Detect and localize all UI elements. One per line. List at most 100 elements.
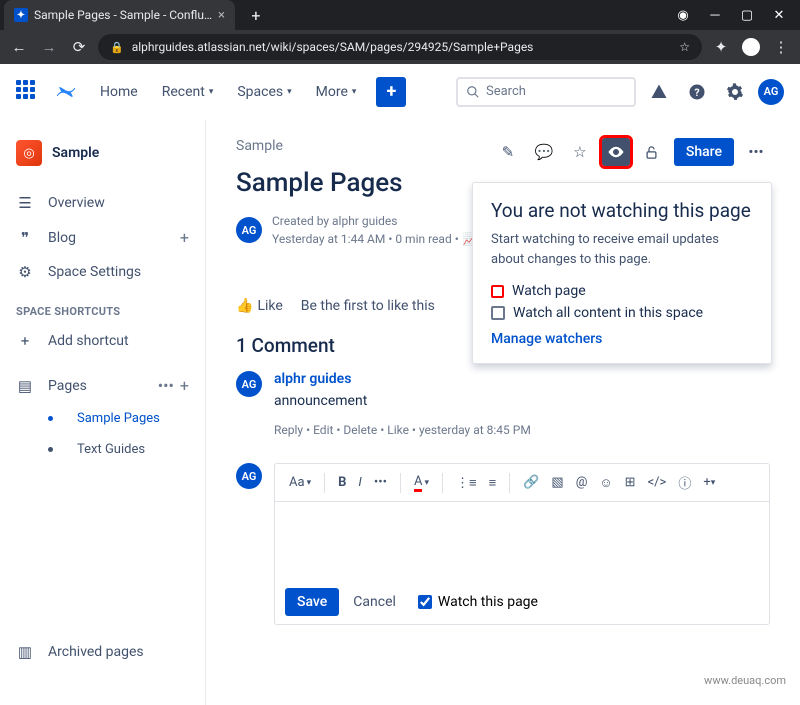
text-style-dropdown[interactable]: Aa▾	[285, 472, 315, 493]
address-bar[interactable]: 🔒 alphrguides.atlassian.net/wiki/spaces/…	[98, 34, 702, 60]
cancel-button[interactable]: Cancel	[353, 594, 396, 610]
sidebar-pages[interactable]: ▤Pages•••+	[0, 368, 205, 403]
comment-icon[interactable]: 💬	[530, 138, 558, 166]
nav-recent[interactable]: Recent▾	[154, 78, 222, 106]
url-text: alphrguides.atlassian.net/wiki/spaces/SA…	[132, 40, 534, 54]
profile-icon[interactable]	[740, 36, 762, 58]
more-actions-icon[interactable]: •••	[742, 138, 770, 166]
share-button[interactable]: Share	[674, 138, 734, 166]
number-list-icon[interactable]: ≡	[485, 472, 501, 494]
sidebar-blog[interactable]: ❞Blog+	[0, 220, 205, 255]
user-avatar[interactable]: AG	[758, 79, 784, 105]
watch-all-option[interactable]: Watch all content in this space	[491, 305, 753, 321]
notifications-icon[interactable]	[644, 77, 674, 107]
browser-tab[interactable]: ✦ Sample Pages - Sample - Conflu… ×	[4, 0, 235, 30]
sidebar-overview[interactable]: ☰Overview	[0, 186, 205, 220]
more-icon[interactable]: •••	[158, 376, 174, 395]
comment-text: announcement	[274, 393, 531, 409]
watch-icon[interactable]	[602, 138, 630, 166]
tab-title: Sample Pages - Sample - Conflu…	[34, 8, 212, 22]
star-icon[interactable]: ☆	[679, 40, 690, 54]
reload-button[interactable]: ⟳	[68, 36, 90, 58]
search-placeholder: Search	[486, 84, 526, 99]
new-tab-button[interactable]: +	[243, 2, 269, 28]
record-icon[interactable]: ◉	[676, 8, 690, 22]
add-icon[interactable]: +	[180, 228, 189, 247]
create-button[interactable]: +	[376, 77, 406, 107]
add-icon[interactable]: +	[180, 376, 189, 395]
chevron-down-icon: ▾	[209, 87, 214, 97]
thumbs-up-icon: 👍	[236, 298, 253, 314]
watch-page-option[interactable]: Watch page	[491, 283, 753, 299]
nav-home[interactable]: Home	[92, 78, 146, 106]
back-button[interactable]: ←	[8, 36, 30, 58]
svg-text:?: ?	[694, 85, 699, 98]
space-icon: ◎	[16, 140, 42, 166]
image-icon[interactable]: ▧	[547, 472, 567, 493]
extensions-icon[interactable]: ✦	[710, 36, 732, 58]
page-meta: Yesterday at 1:44 AM • 0 min read •	[272, 230, 459, 248]
created-by: Created by alphr guides	[272, 212, 478, 230]
confluence-logo-icon[interactable]	[56, 82, 76, 102]
forward-button[interactable]: →	[38, 36, 60, 58]
layouts-icon[interactable]: </>	[644, 472, 671, 493]
settings-icon[interactable]	[720, 77, 750, 107]
search-input[interactable]: Search	[456, 77, 636, 107]
tab-close-icon[interactable]: ×	[218, 8, 225, 23]
nav-more[interactable]: More▾	[308, 78, 365, 106]
sidebar-shortcuts-header: SPACE SHORTCUTS	[0, 289, 205, 324]
watch-this-page-checkbox[interactable]: Watch this page	[418, 594, 538, 610]
text-color-icon[interactable]: A▾	[410, 471, 433, 495]
sidebar-add-shortcut[interactable]: +Add shortcut	[0, 324, 205, 358]
help-icon[interactable]: ?	[682, 77, 712, 107]
search-icon	[466, 85, 480, 99]
mention-icon[interactable]: @	[572, 472, 592, 493]
editor-textarea[interactable]	[275, 502, 769, 580]
comment-item: AG alphr guides announcement Reply • Edi…	[236, 371, 770, 437]
italic-icon[interactable]: I	[354, 472, 365, 493]
chevron-down-icon: ▾	[352, 87, 357, 97]
insert-icon[interactable]: +▾	[699, 472, 719, 493]
bullet-list-icon[interactable]: ⋮≡	[452, 472, 481, 494]
window-minimize-icon[interactable]: ─	[708, 8, 722, 22]
comment-avatar[interactable]: AG	[236, 371, 262, 397]
emoji-icon[interactable]: ☺	[595, 472, 616, 494]
checkbox-icon[interactable]	[491, 306, 505, 320]
save-button[interactable]: Save	[285, 588, 339, 616]
edit-icon[interactable]: ✎	[494, 138, 522, 166]
watch-popover: You are not watching this page Start wat…	[472, 182, 772, 364]
tab-favicon: ✦	[14, 8, 28, 22]
nav-spaces[interactable]: Spaces▾	[229, 78, 299, 106]
gear-icon: ⚙	[16, 263, 34, 281]
sidebar-archived[interactable]: ▥Archived pages	[0, 635, 206, 669]
comment-actions[interactable]: Reply • Edit • Delete • Like • yesterday…	[274, 423, 531, 437]
app-switcher-icon[interactable]	[16, 80, 40, 104]
author-avatar[interactable]: AG	[236, 217, 262, 243]
info-icon[interactable]: ⓘ	[674, 470, 695, 495]
like-button[interactable]: 👍Like	[236, 298, 283, 314]
blog-icon: ❞	[16, 229, 34, 247]
window-maximize-icon[interactable]: ▢	[740, 8, 754, 22]
table-icon[interactable]: ⊞	[621, 472, 640, 493]
chevron-down-icon: ▾	[287, 87, 292, 97]
archive-icon: ▥	[16, 643, 34, 661]
restrictions-icon[interactable]	[638, 138, 666, 166]
window-close-icon[interactable]: ✕	[772, 8, 786, 22]
comment-editor[interactable]: Aa▾ B I ••• A▾ ⋮≡ ≡ 🔗 ▧ @ ☺	[274, 463, 770, 625]
overview-icon: ☰	[16, 194, 34, 212]
star-icon[interactable]: ☆	[566, 138, 594, 166]
browser-menu-icon[interactable]: ⋮	[770, 36, 792, 58]
popover-title: You are not watching this page	[491, 199, 753, 222]
manage-watchers-link[interactable]: Manage watchers	[491, 331, 753, 347]
bold-icon[interactable]: B	[334, 472, 350, 493]
like-prompt: Be the first to like this	[301, 298, 435, 314]
checkbox-icon[interactable]	[491, 285, 504, 298]
pages-icon: ▤	[16, 377, 34, 395]
sidebar-page-sample-pages[interactable]: Sample Pages	[0, 403, 205, 434]
sidebar-space-settings[interactable]: ⚙Space Settings	[0, 255, 205, 289]
more-format-icon[interactable]: •••	[370, 472, 391, 493]
link-icon[interactable]: 🔗	[519, 472, 543, 493]
comment-author[interactable]: alphr guides	[274, 371, 531, 387]
sidebar-page-text-guides[interactable]: Text Guides	[0, 434, 205, 465]
space-header[interactable]: ◎ Sample	[0, 132, 205, 174]
